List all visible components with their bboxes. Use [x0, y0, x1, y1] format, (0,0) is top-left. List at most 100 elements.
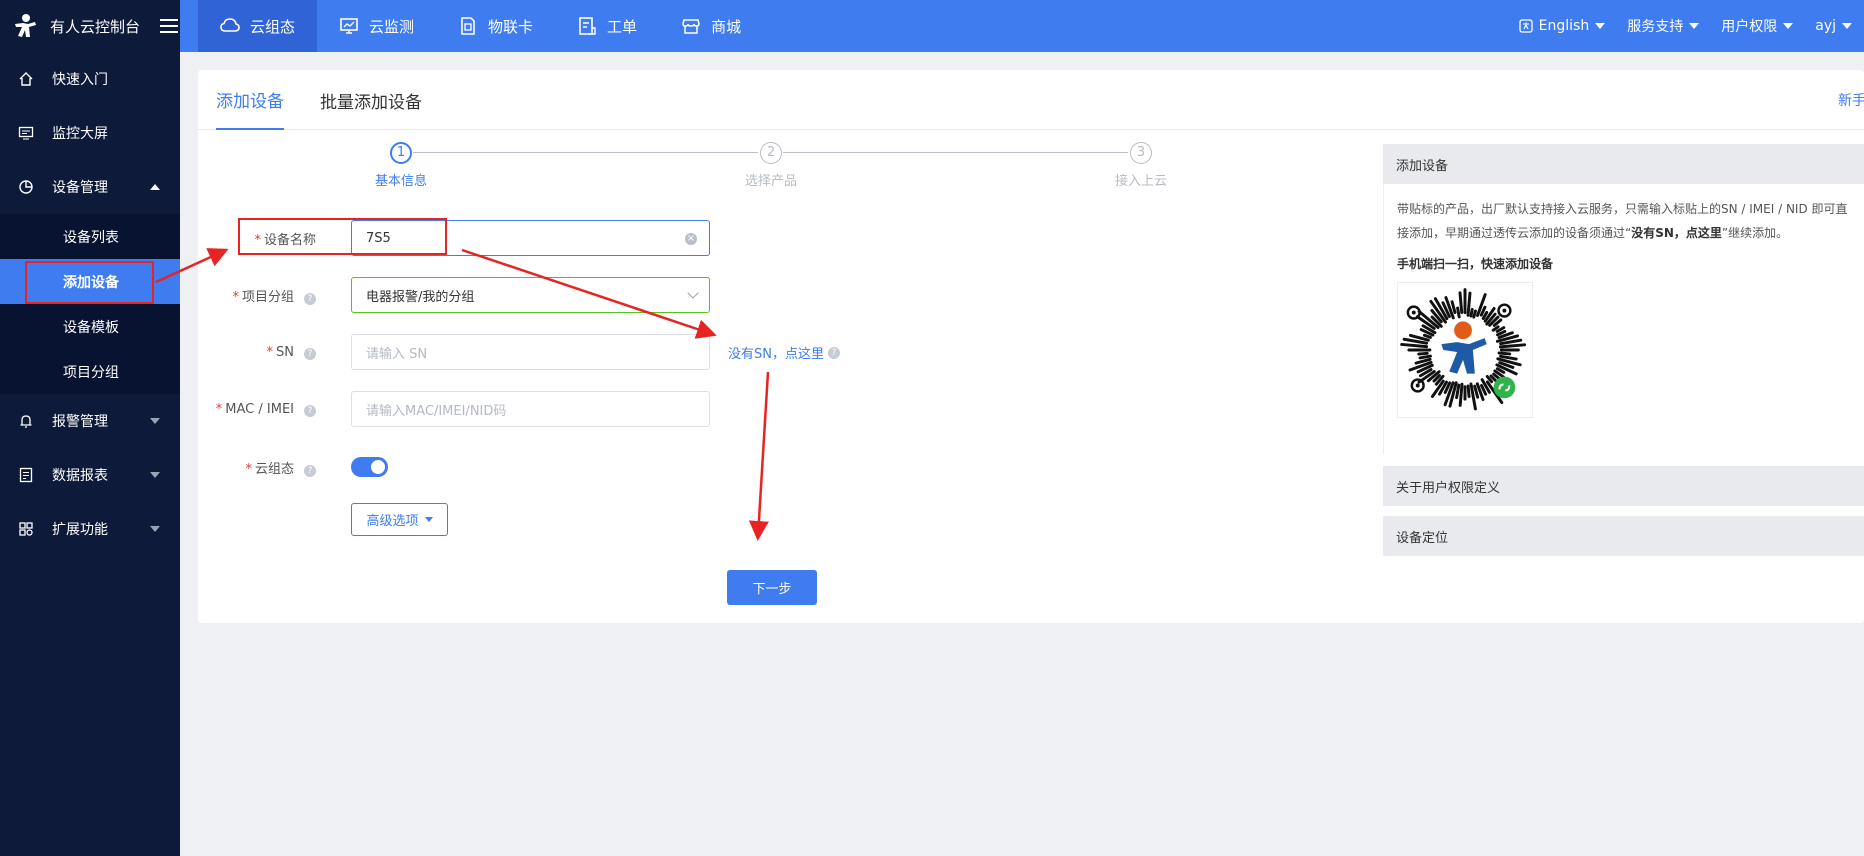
permissions-menu[interactable]: 用户权限	[1721, 16, 1794, 36]
topnav-label: 商城	[711, 17, 742, 36]
panel-title-add-device[interactable]: 添加设备	[1383, 144, 1864, 184]
sidebar-subitem-device-template[interactable]: 设备模板	[0, 304, 180, 349]
report-icon	[19, 467, 33, 483]
translate-icon	[1519, 19, 1533, 33]
step-label: 选择产品	[744, 174, 797, 189]
chevron-down-icon	[1595, 23, 1606, 29]
cloud-config-toggle[interactable]	[351, 457, 388, 477]
sidebar-item-monitor-screen[interactable]: 监控大屏	[0, 106, 180, 160]
step-number: 2	[760, 142, 782, 164]
sidebar-subitem-add-device[interactable]: 添加设备	[0, 259, 180, 304]
ticket-icon	[579, 17, 596, 35]
sn-placeholder: 请输入 SN	[366, 346, 428, 362]
top-right-menu: English 服务支持 用户权限 ayj	[1519, 0, 1852, 52]
topnav-store[interactable]: 商城	[659, 0, 763, 52]
topnav-iot-card[interactable]: 物联卡	[436, 0, 555, 52]
sidebar-item-label: 监控大屏	[52, 126, 108, 142]
step-select-product: 2 选择产品	[711, 142, 831, 189]
form-row-cloud-config: * 云组态?	[198, 449, 316, 485]
support-menu[interactable]: 服务支持	[1627, 16, 1700, 36]
tab-add-device[interactable]: 添加设备	[216, 70, 284, 130]
panel-title-user-permissions[interactable]: 关于用户权限定义	[1383, 466, 1864, 506]
chevron-down-icon	[150, 526, 160, 532]
sidebar-subitem-device-list[interactable]: 设备列表	[0, 214, 180, 259]
project-group-select[interactable]: 电器报警/我的分组	[351, 277, 710, 313]
project-group-value: 电器报警/我的分组	[366, 289, 475, 305]
sidebar-subitem-project-group[interactable]: 项目分组	[0, 349, 180, 394]
qr-ray	[1497, 351, 1512, 356]
user-name: ayj	[1815, 18, 1836, 34]
device-name-value: 7S5	[366, 230, 391, 246]
brand-title: 有人云控制台	[50, 17, 141, 36]
logo-icon	[15, 14, 36, 37]
mini-program-qr-code	[1397, 282, 1533, 418]
sidebar-item-extensions[interactable]: 扩展功能	[0, 502, 180, 556]
home-icon	[19, 72, 33, 86]
sidebar-item-data-report[interactable]: 数据报表	[0, 448, 180, 502]
beginner-guide-link[interactable]: 新手	[1838, 90, 1864, 110]
mac-imei-placeholder: 请输入MAC/IMEI/NID码	[366, 403, 507, 419]
topnav-cloud-monitor[interactable]: 云监测	[317, 0, 436, 52]
advanced-options-button[interactable]: 高级选项	[351, 503, 448, 536]
sidebar-item-label: 扩展功能	[52, 522, 108, 538]
help-icon: ?	[827, 346, 840, 359]
panel-title-device-location[interactable]: 设备定位	[1383, 516, 1864, 556]
brand: 有人云控制台	[0, 0, 180, 52]
sidebar-item-label: 数据报表	[52, 468, 108, 484]
monitor-icon	[340, 18, 358, 34]
help-icon: ?	[304, 464, 316, 477]
screen-icon	[18, 126, 34, 140]
device-name-input[interactable]: 7S5 ×	[351, 220, 710, 256]
tab-bar: 添加设备 批量添加设备 新手	[198, 70, 1864, 130]
sidebar-item-label: 报警管理	[52, 414, 108, 430]
topnav-label: 云组态	[250, 17, 296, 36]
language-switch[interactable]: English	[1519, 18, 1606, 34]
panel-body: 带贴标的产品，出厂默认支持接入云服务，只需输入标贴上的SN / IMEI / N…	[1383, 184, 1864, 454]
next-step-button[interactable]: 下一步	[727, 570, 817, 605]
qr-ray	[1456, 306, 1461, 319]
step-label: 接入上云	[1114, 174, 1167, 189]
chevron-down-icon	[150, 418, 160, 424]
sidebar-item-device-management[interactable]: 设备管理	[0, 160, 180, 214]
sidebar-item-quick-start[interactable]: 快速入门	[0, 52, 180, 106]
clear-icon[interactable]: ×	[685, 233, 697, 245]
step-connector	[413, 152, 758, 153]
sn-input[interactable]: 请输入 SN	[351, 334, 710, 370]
mac-imei-input[interactable]: 请输入MAC/IMEI/NID码	[351, 391, 710, 427]
chevron-down-icon	[687, 287, 699, 299]
sidebar-item-alarm-management[interactable]: 报警管理	[0, 394, 180, 448]
menu-toggle-icon[interactable]	[160, 19, 179, 33]
topnav-cloud-config[interactable]: 云组态	[198, 0, 318, 52]
caret-down-icon	[424, 517, 433, 522]
step-label: 基本信息	[374, 174, 427, 189]
topnav-label: 工单	[607, 17, 638, 36]
topnav-tickets[interactable]: 工单	[555, 0, 659, 52]
language-label: English	[1538, 18, 1590, 34]
step-number: 3	[1130, 142, 1152, 164]
form-row-mac-imei: * MAC / IMEI? 请输入MAC/IMEI/NID码	[198, 391, 710, 427]
qr-ray	[1422, 333, 1432, 339]
help-icon: ?	[304, 404, 316, 417]
store-icon	[682, 19, 700, 34]
permissions-label: 用户权限	[1721, 19, 1778, 35]
device-submenu: 设备列表 添加设备 设备模板 项目分组	[0, 214, 180, 394]
step-basic-info: 1 基本信息	[341, 142, 461, 189]
qr-ray	[1466, 291, 1472, 317]
user-menu[interactable]: ayj	[1815, 18, 1852, 34]
device-name-label: * 设备名称	[254, 232, 316, 248]
grid-icon	[19, 522, 33, 536]
help-icon: ?	[304, 347, 316, 360]
tab-batch-add-device[interactable]: 批量添加设备	[320, 70, 422, 130]
support-label: 服务支持	[1627, 19, 1684, 35]
chevron-up-icon	[150, 184, 160, 190]
chevron-down-icon	[150, 472, 160, 478]
qr-ray	[1458, 382, 1464, 407]
chevron-down-icon	[1842, 23, 1852, 29]
no-sn-link[interactable]: 没有SN，点这里?	[728, 343, 840, 362]
cloud-config-label: * 云组态?	[198, 458, 316, 477]
qr-ray	[1498, 343, 1526, 349]
form-row-device-name: * 设备名称 7S5 ×	[198, 220, 710, 256]
chevron-down-icon	[1783, 23, 1794, 29]
topnav-label: 物联卡	[488, 17, 534, 36]
sidebar: 快速入门 监控大屏 设备管理 设备列表 添加设备 设备模板 项目分组 报警管理 …	[0, 52, 180, 856]
